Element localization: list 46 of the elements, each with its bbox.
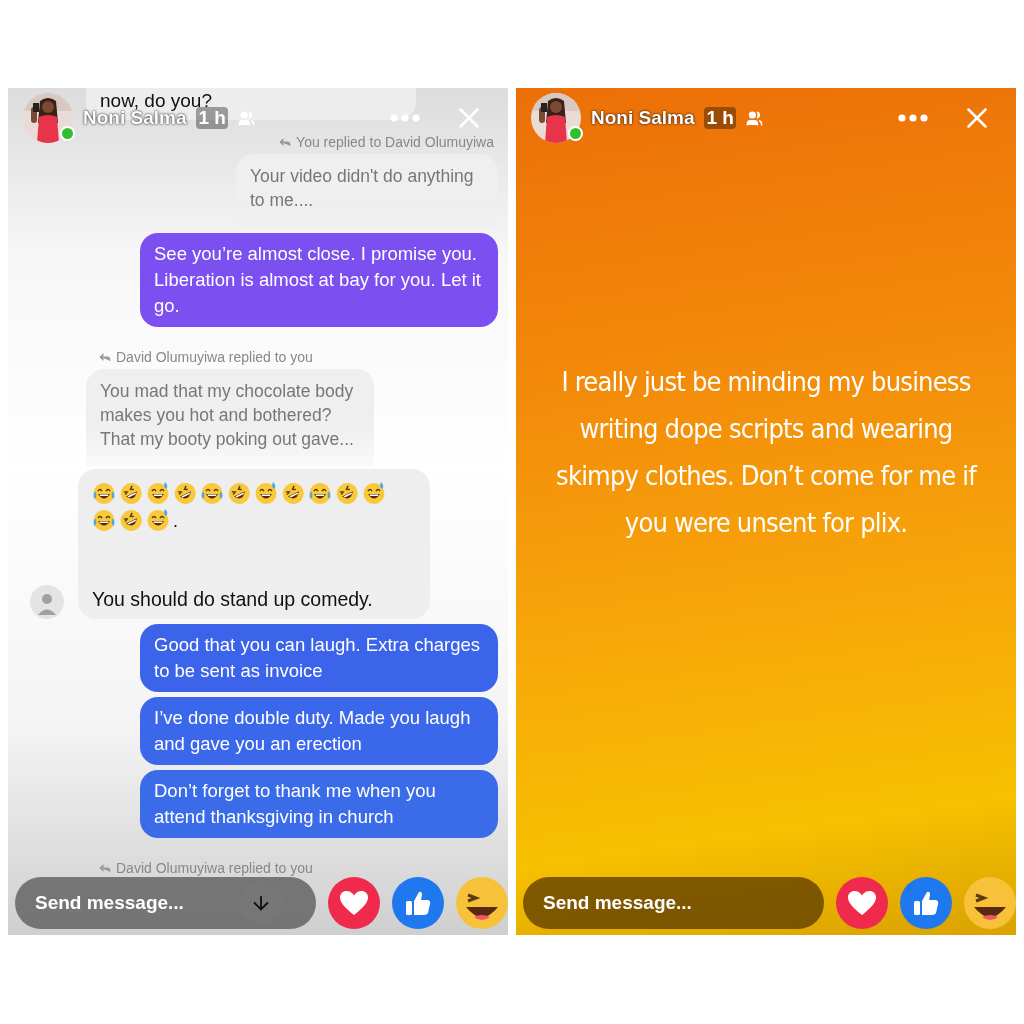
online-dot bbox=[568, 126, 583, 141]
story-text: I really just be minding my business writing dope scripts and wearing skimpy clothes. Don’t come for me if you were unsent for plix. bbox=[555, 364, 979, 540]
message-field[interactable]: Send message... bbox=[523, 877, 824, 929]
reply-icon bbox=[98, 350, 112, 364]
friends-icon bbox=[237, 109, 255, 127]
post-time: 1 h bbox=[704, 107, 736, 129]
tears-of-joy-icon bbox=[200, 481, 224, 505]
message-bubble: I’ve done double duty. Made you laugh and gave you an erection bbox=[140, 697, 498, 765]
sweat-smile-icon bbox=[254, 481, 278, 505]
reply-text: David Olumuyiwa replied to you bbox=[116, 860, 313, 876]
message-bubble: Good that you can laugh. Extra charges to be sent as invoice bbox=[140, 624, 498, 692]
message-bubble: See you’re almost close. I promise you. Liberation is almost at bay for you. Let it go. bbox=[140, 233, 498, 327]
sweat-smile-icon bbox=[362, 481, 386, 505]
placeholder-text: Send message... bbox=[543, 892, 692, 914]
love-button[interactable] bbox=[836, 877, 888, 929]
message-bubble: Don’t forget to thank me when you attend thanksgiving in church bbox=[140, 770, 498, 838]
placeholder-text: Send message... bbox=[35, 892, 184, 914]
love-button[interactable] bbox=[328, 877, 380, 929]
heart-icon bbox=[339, 890, 369, 916]
like-button[interactable] bbox=[900, 877, 952, 929]
like-button[interactable] bbox=[392, 877, 444, 929]
reply-text: David Olumuyiwa replied to you bbox=[116, 349, 313, 365]
reply-icon bbox=[98, 861, 112, 875]
heart-icon bbox=[847, 890, 877, 916]
tears-of-joy-icon bbox=[92, 481, 116, 505]
message-field[interactable]: Send message... bbox=[15, 877, 316, 929]
sweat-smile-icon bbox=[146, 508, 170, 532]
thumbs-up-icon bbox=[912, 889, 940, 917]
online-dot bbox=[60, 126, 75, 141]
more-button[interactable] bbox=[898, 114, 928, 122]
message-text: . bbox=[173, 511, 178, 532]
quoted-message: You mad that my chocolate body makes you hot and bothered? That my booty poking out gave... bbox=[86, 369, 374, 467]
post-time: 1 h bbox=[196, 107, 228, 129]
reply-text: You replied to David Olumuyiwa bbox=[296, 134, 494, 150]
avatar-icon bbox=[30, 585, 64, 619]
tears-of-joy-icon bbox=[92, 508, 116, 532]
reply-icon bbox=[278, 135, 293, 149]
tears-of-joy-icon bbox=[308, 481, 332, 505]
more-icon bbox=[898, 114, 928, 122]
thumbs-up-icon bbox=[404, 889, 432, 917]
more-icon bbox=[390, 114, 420, 122]
friends-icon bbox=[745, 109, 763, 127]
haha-button[interactable] bbox=[964, 877, 1016, 929]
message-text: You should do stand up comedy. bbox=[92, 588, 374, 611]
sweat-smile-icon bbox=[146, 481, 170, 505]
haha-button[interactable] bbox=[456, 877, 508, 929]
